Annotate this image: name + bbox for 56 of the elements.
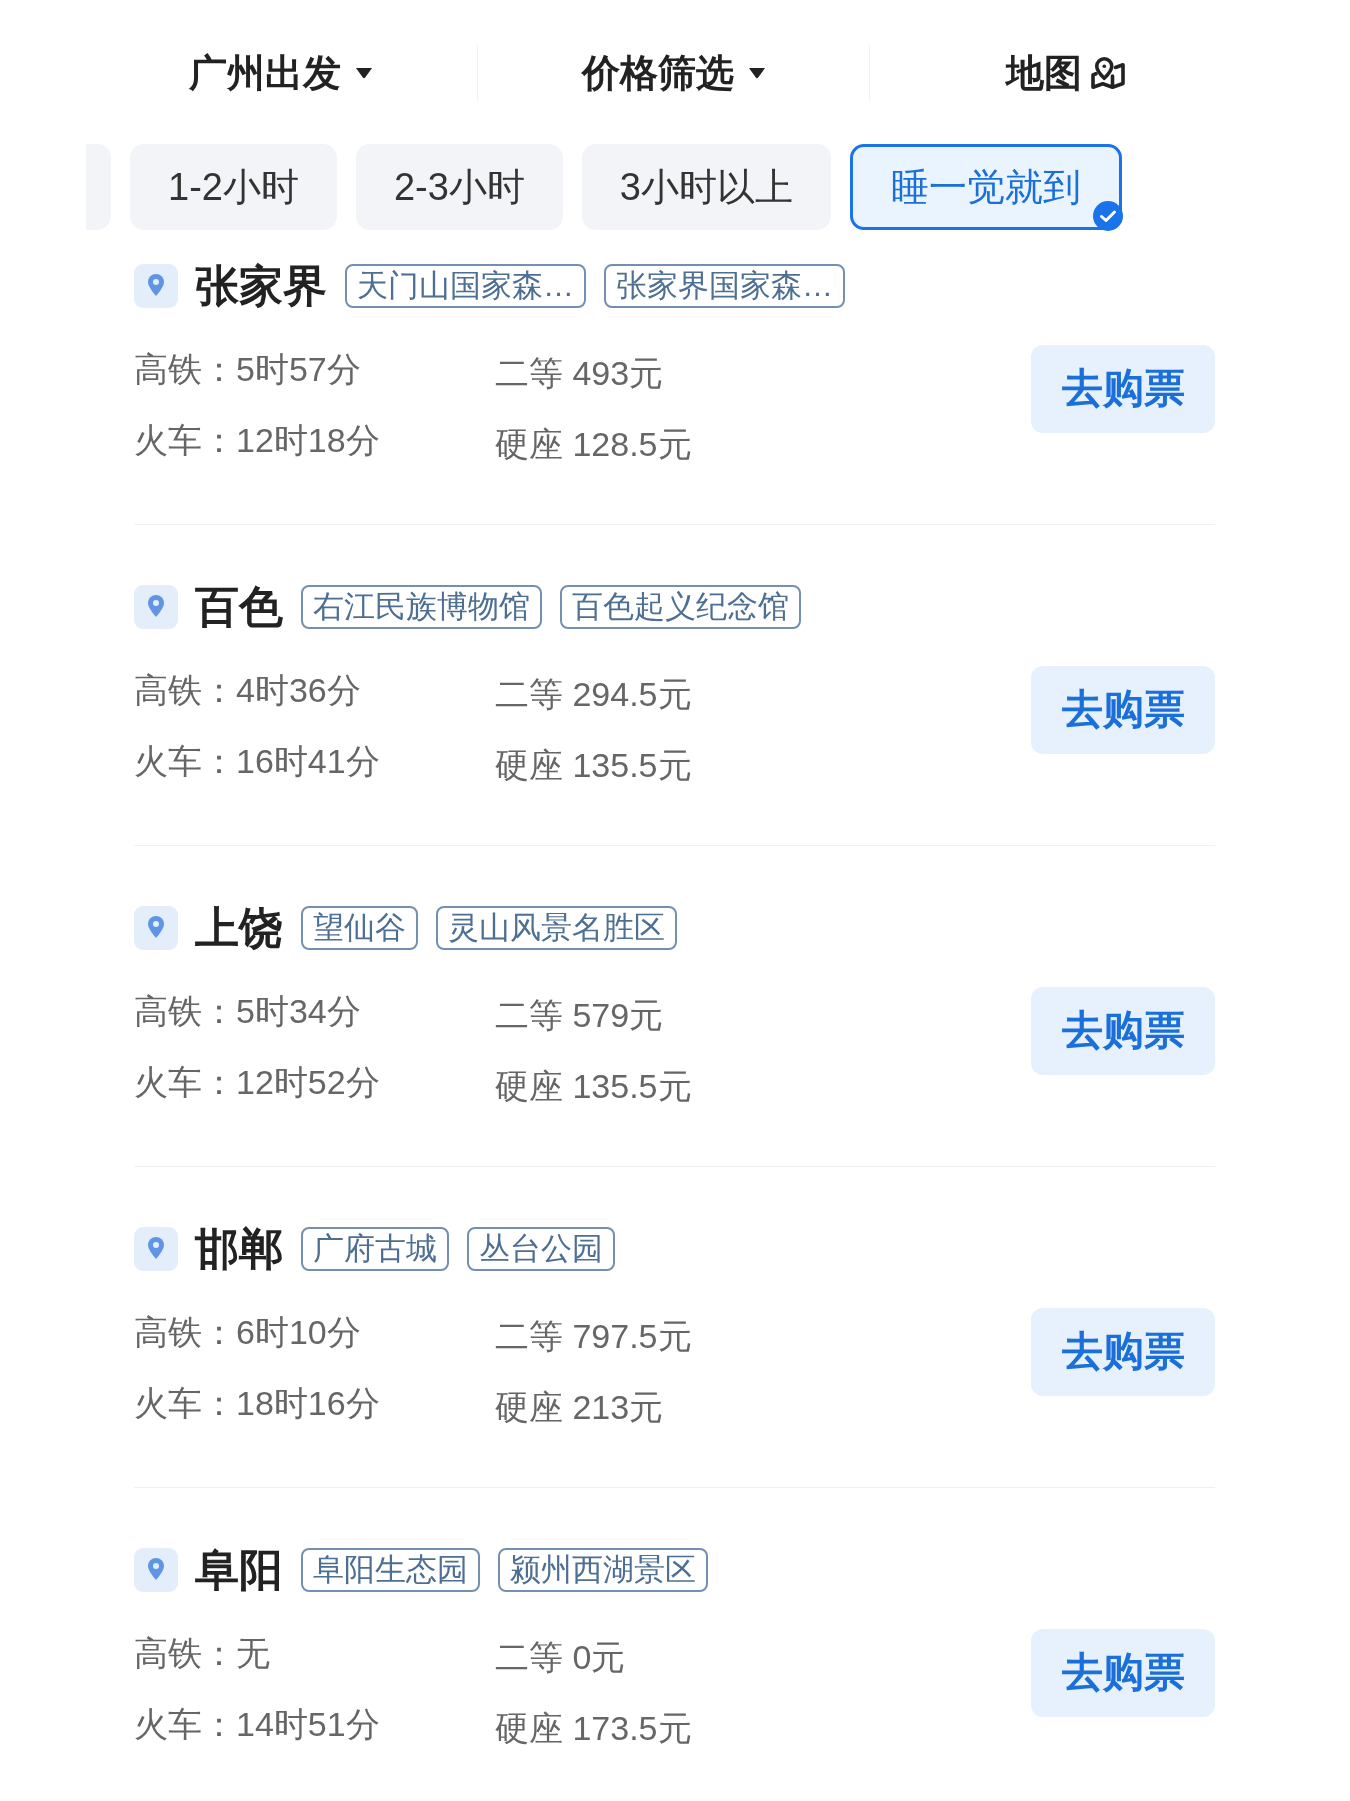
ticket-price: 硬座 135.5元 <box>495 745 692 785</box>
map-pin-icon <box>1089 55 1126 91</box>
city-name: 张家界 <box>195 261 327 311</box>
attraction-tag: 灵山风景名胜区 <box>436 906 677 950</box>
travel-time: 火车：14时51分 <box>134 1704 381 1744</box>
buy-ticket-button[interactable]: 去购票 <box>1031 1629 1215 1717</box>
attraction-tag: 丛台公园 <box>467 1227 615 1271</box>
city-name: 百色 <box>195 582 283 632</box>
filter-dropdown[interactable]: 价格筛选 <box>581 51 766 95</box>
caret-down-icon <box>355 67 373 79</box>
location-pin-icon <box>134 264 178 308</box>
city-name: 上饶 <box>195 903 283 953</box>
filter-dropdown[interactable]: 广州出发 <box>189 51 373 95</box>
travel-time: 高铁：6时10分 <box>134 1312 362 1352</box>
ticket-price: 硬座 173.5元 <box>495 1708 692 1748</box>
attraction-tag: 百色起义纪念馆 <box>560 585 801 629</box>
travel-time: 火车：16时41分 <box>134 741 381 781</box>
ticket-price: 硬座 128.5元 <box>495 424 692 464</box>
location-pin-icon <box>134 585 178 629</box>
buy-ticket-button[interactable]: 去购票 <box>1031 345 1215 433</box>
ticket-price: 硬座 135.5元 <box>495 1066 692 1106</box>
city-name: 邯郸 <box>195 1224 283 1274</box>
buy-ticket-button[interactable]: 去购票 <box>1031 666 1215 754</box>
attraction-tag: 张家界国家森… <box>604 264 845 308</box>
check-badge-icon <box>1093 201 1123 231</box>
travel-time: 火车：12时52分 <box>134 1062 381 1102</box>
ticket-price: 二等 797.5元 <box>495 1316 692 1356</box>
ticket-price: 二等 579元 <box>495 995 665 1035</box>
location-pin-icon <box>134 1227 178 1271</box>
attraction-tag: 阜阳生态园 <box>301 1548 480 1592</box>
filter-chip[interactable]: 睡一觉就到 <box>850 144 1122 230</box>
buy-ticket-button[interactable]: 去购票 <box>1031 987 1215 1075</box>
travel-time: 火车：12时18分 <box>134 420 381 460</box>
filter-chip[interactable]: 3小时以上 <box>581 144 831 230</box>
attraction-tag: 右江民族博物馆 <box>301 585 542 629</box>
ticket-price: 硬座 213元 <box>495 1387 665 1427</box>
map-button[interactable]: 地图 <box>1005 51 1126 95</box>
filter-chip[interactable]: 1-2小时 <box>130 144 337 230</box>
ticket-price: 二等 0元 <box>495 1637 627 1677</box>
ticket-price: 二等 493元 <box>495 353 665 393</box>
city-name: 阜阳 <box>195 1545 283 1595</box>
filter-chip[interactable]: 2-3小时 <box>355 144 563 230</box>
attraction-tag: 广府古城 <box>301 1227 449 1271</box>
ticket-price: 二等 294.5元 <box>495 674 692 714</box>
location-pin-icon <box>134 906 178 950</box>
travel-time: 火车：18时16分 <box>134 1383 381 1423</box>
attraction-tag: 颍州西湖景区 <box>498 1548 708 1592</box>
travel-time: 高铁：5时57分 <box>134 349 362 389</box>
attraction-tag: 望仙谷 <box>301 906 418 950</box>
travel-time: 高铁：无 <box>134 1633 271 1673</box>
buy-ticket-button[interactable]: 去购票 <box>1031 1308 1215 1396</box>
location-pin-icon <box>134 1548 178 1592</box>
caret-down-icon <box>747 67 766 79</box>
travel-time: 高铁：4时36分 <box>134 670 362 710</box>
attraction-tag: 天门山国家森… <box>345 264 586 308</box>
travel-time: 高铁：5时34分 <box>134 991 362 1031</box>
